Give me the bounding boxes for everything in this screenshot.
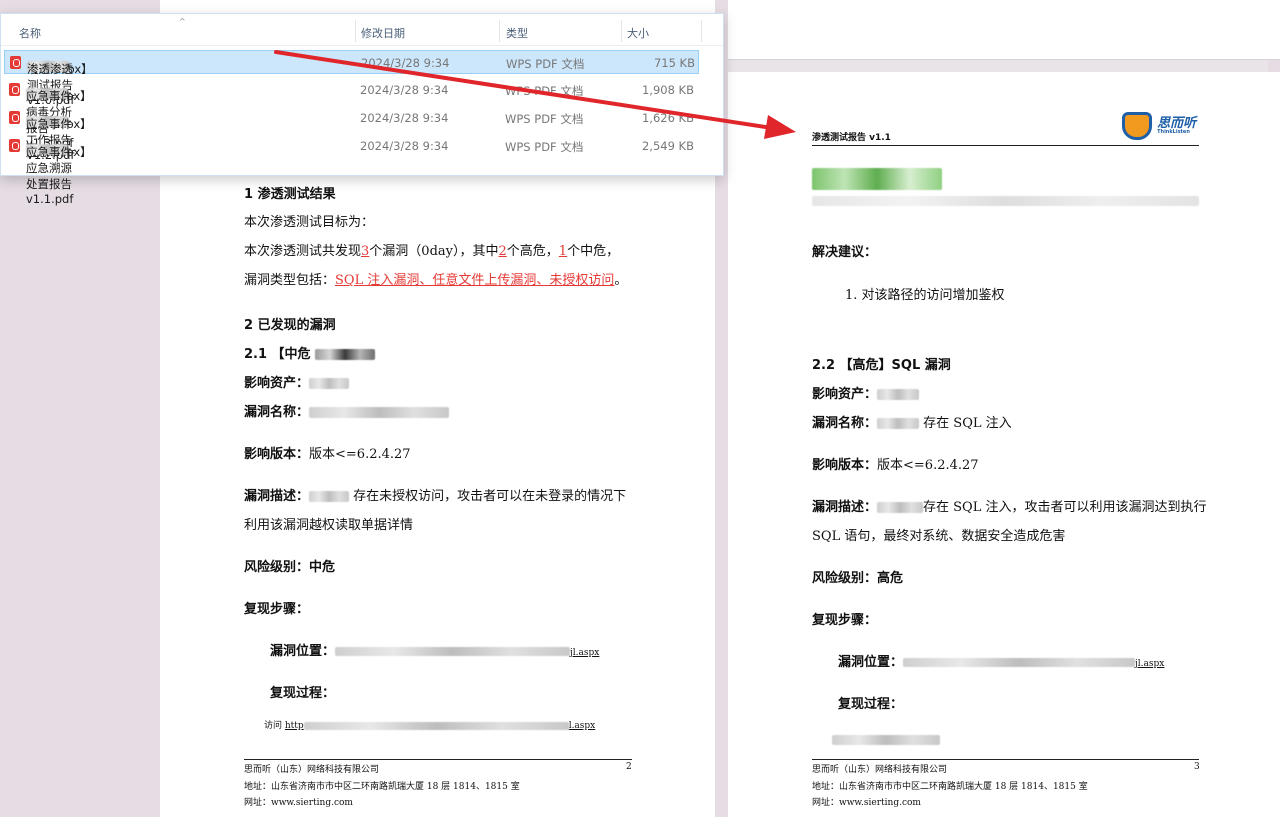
fix-label: 解决建议： <box>812 245 878 260</box>
pdf-file-icon <box>9 111 20 124</box>
file-type: WPS PDF 文档 <box>506 57 585 71</box>
pdf-page-previous-bottom <box>728 0 1280 60</box>
redacted-visit-url <box>832 729 940 748</box>
file-size: 1,908 KB <box>641 83 694 97</box>
file-row[interactable]: 【rmallox】应急事件病毒分析报告v1.3.pdf 2024/3/28 9:… <box>4 78 699 150</box>
footer-company: 思而听（山东）网络科技有限公司 <box>244 765 380 775</box>
column-size[interactable]: 大小 <box>627 25 649 41</box>
header-rule <box>812 145 1199 146</box>
column-date[interactable]: 修改日期 <box>361 25 405 41</box>
file-type: WPS PDF 文档 <box>505 112 584 126</box>
footer-page-number: 3 <box>1194 762 1200 772</box>
column-divider[interactable] <box>499 20 500 42</box>
subsection-2-2: 2.2 【高危】SQL 漏洞 <box>812 358 951 373</box>
pdf-page-3: 渗透测试报告 v1.1 思而听 ThinkListen 解决建议： 1. 对该路径… <box>728 72 1280 817</box>
file-type: WPS PDF 文档 <box>505 140 584 154</box>
asset-row: 影响资产： <box>244 372 350 391</box>
vuln-name-row: 漏洞名称： <box>244 401 450 420</box>
process-label: 复现过程： <box>838 697 904 712</box>
file-size: 715 KB <box>653 56 695 70</box>
summary-line: 本次渗透测试共发现3个漏洞（0day），其中2个高危，1个中危， <box>244 244 620 259</box>
risk-row: 风险级别：中危 <box>244 560 336 575</box>
steps-label: 复现步骤： <box>812 613 878 628</box>
section-title-1: 1 渗透测试结果 <box>244 187 336 202</box>
column-header-row: ^ 名称 修改日期 类型 大小 <box>1 14 723 46</box>
subsection-2-1: 2.1 【中危 <box>244 343 376 362</box>
footer-page-number: 2 <box>626 762 632 772</box>
column-divider[interactable] <box>355 20 356 42</box>
footer-company: 思而听（山东）网络科技有限公司 <box>812 765 948 775</box>
version-row: 影响版本：版本<=6.2.4.27 <box>812 458 979 473</box>
file-type: WPS PDF 文档 <box>505 84 584 98</box>
redacted-banner <box>812 158 1199 210</box>
column-divider[interactable] <box>621 20 622 42</box>
footer-website: 网址：www.sierting.com <box>812 798 921 808</box>
file-date: 2024/3/28 9:34 <box>360 83 449 97</box>
footer-address: 地址：山东省济南市市中区二环南路凯瑞大厦 18 层 1814、1815 室 <box>244 782 520 792</box>
location-row: 漏洞位置： jl.aspx <box>270 644 600 659</box>
steps-label: 复现步骤： <box>244 602 310 617</box>
column-name[interactable]: 名称 <box>19 25 41 41</box>
file-row[interactable]: 【rmallox】渗透渗透测试报告v1.0.pdf 2024/3/28 9:34… <box>4 50 699 107</box>
asset-row: 影响资产： <box>812 383 920 402</box>
location-row: 漏洞位置： jl.aspx <box>838 655 1165 670</box>
file-date: 2024/3/28 9:34 <box>360 139 449 153</box>
pdf-file-icon <box>10 56 21 69</box>
fix-item-1: 1. 对该路径的访问增加鉴权 <box>845 288 1005 303</box>
footer-website: 网址：www.sierting.com <box>244 798 353 808</box>
file-explorer-list: ^ 名称 修改日期 类型 大小 【rmallox】渗透渗透测试报告v1.0.pd… <box>0 13 724 206</box>
pdf-file-icon <box>9 139 20 152</box>
file-size: 2,549 KB <box>641 139 694 153</box>
test-goal-text: 本次渗透测试目标为： <box>244 215 375 230</box>
file-date: 2024/3/28 9:34 <box>361 56 450 70</box>
file-row[interactable]: 【rmallox】应急事件应急溯源处置报告v1.1.pdf 2024/3/28 … <box>4 134 699 206</box>
sort-ascending-icon[interactable]: ^ <box>179 17 186 26</box>
desc-row: 漏洞描述： 存在未授权访问，攻击者可以在未登录的情况下 <box>244 489 627 504</box>
shield-logo-icon <box>1122 112 1152 140</box>
footer-address: 地址：山东省济南市市中区二环南路凯瑞大厦 18 层 1814、1815 室 <box>812 782 1088 792</box>
desc-row-2: 利用该漏洞越权读取单据详情 <box>244 518 414 533</box>
footer-rule <box>812 759 1199 760</box>
vuln-name-row: 漏洞名称： 存在 SQL 注入 <box>812 416 1012 431</box>
file-row[interactable]: 【rmallox】应急事件工作报告V1.2.pdf 2024/3/28 9:34… <box>4 106 699 162</box>
footer-rule <box>244 759 632 760</box>
file-date: 2024/3/28 9:34 <box>360 111 449 125</box>
desc-row-2: SQL 语句，最终对系统、数据安全造成危害 <box>812 529 1066 544</box>
section-title-2: 2 已发现的漏洞 <box>244 318 336 333</box>
column-divider[interactable] <box>701 20 702 42</box>
visit-url-row: 访问 http l.aspx <box>264 721 596 731</box>
desc-row: 漏洞描述： 存在 SQL 注入，攻击者可以利用该漏洞达到执行 <box>812 500 1207 515</box>
page-header-title: 渗透测试报告 v1.1 <box>812 133 891 143</box>
risk-row: 风险级别：高危 <box>812 571 904 586</box>
file-size: 1,626 KB <box>641 111 694 125</box>
company-logo: 思而听 ThinkListen <box>1122 112 1196 140</box>
process-label: 复现过程： <box>270 686 336 701</box>
column-type[interactable]: 类型 <box>506 25 528 41</box>
version-row: 影响版本：版本<=6.2.4.27 <box>244 447 411 462</box>
pdf-file-icon <box>9 83 20 96</box>
vuln-types-line: 漏洞类型包括：SQL 注入漏洞、任意文件上传漏洞、未授权访问。 <box>244 273 628 288</box>
